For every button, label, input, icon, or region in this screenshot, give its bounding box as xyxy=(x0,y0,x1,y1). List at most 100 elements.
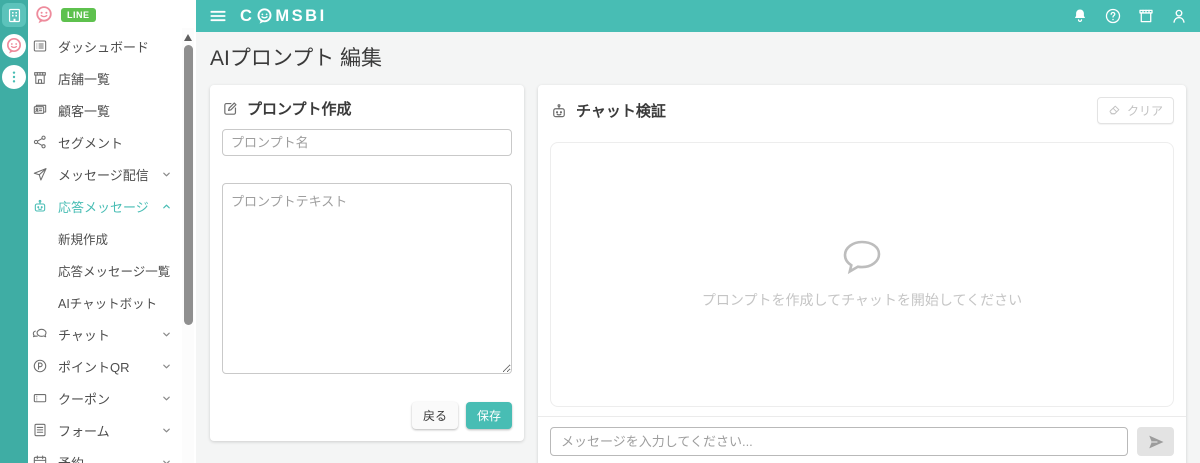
chevron-down-icon xyxy=(163,172,170,176)
back-button[interactable]: 戻る xyxy=(411,402,458,429)
logo-text-rest: MSBI xyxy=(275,6,327,25)
prompt-panel-header: プロンプト作成 xyxy=(222,97,512,119)
store-switch-icon[interactable] xyxy=(1137,7,1155,25)
chevron-down-icon xyxy=(163,460,170,463)
rail-item-line-account[interactable] xyxy=(2,34,26,58)
sidebar-item-label: ダッシュボード xyxy=(58,39,150,55)
sidebar-item-response-messages[interactable]: 応答メッセージ xyxy=(28,190,196,222)
store-icon xyxy=(34,72,46,84)
chevron-down-icon xyxy=(163,396,170,400)
prompt-name-input[interactable] xyxy=(222,129,512,156)
coupon-icon xyxy=(33,394,47,403)
chat-panel-header: チャット検証 クリア xyxy=(538,85,1186,124)
line-smiley-icon xyxy=(36,6,52,24)
sidebar-subitem-new-creation[interactable]: 新規作成 xyxy=(28,222,196,254)
line-smiley-icon xyxy=(6,38,22,54)
sidebar-item-dashboard[interactable]: ダッシュボード xyxy=(28,30,196,62)
sidebar: LINE ダッシュボード 店舗一覧 顧客一覧 セグメント メッセージ配信 応答メ… xyxy=(28,0,196,463)
sidebar-item-point-qr[interactable]: ポイントQR xyxy=(28,350,196,382)
calendar-icon xyxy=(33,455,47,463)
sidebar-item-coupons[interactable]: クーポン xyxy=(28,382,196,414)
save-button[interactable]: 保存 xyxy=(465,402,512,429)
send-button[interactable] xyxy=(1137,427,1174,456)
page-title: AIプロンプト 編集 xyxy=(210,47,383,70)
content-area: C MSBI AIプロンプト 編集 プロンプト作成 プロンプト名 プロンプトテキ… xyxy=(196,0,1200,463)
robot-icon xyxy=(34,199,46,212)
hamburger-menu-icon[interactable] xyxy=(208,6,228,26)
segment-icon xyxy=(33,135,46,149)
chevron-down-icon xyxy=(163,332,170,336)
help-icon[interactable] xyxy=(1104,7,1122,25)
sidebar-item-label: クーポン xyxy=(58,391,111,407)
topbar-icon-group xyxy=(1071,7,1188,25)
sidebar-item-segments[interactable]: セグメント xyxy=(28,126,196,158)
sidebar-scrollbar[interactable] xyxy=(182,28,194,463)
chat-panel-title: チャット検証 xyxy=(576,103,666,120)
user-account-icon[interactable] xyxy=(1170,7,1188,25)
line-badge: LINE xyxy=(61,8,96,22)
sidebar-item-label: チャット xyxy=(58,327,110,343)
chevron-down-icon xyxy=(163,428,170,432)
more-dots-icon xyxy=(12,71,16,83)
dashboard-icon xyxy=(33,40,47,52)
sidebar-item-label: 予約 xyxy=(58,455,85,463)
prompt-panel-footer: 戻る 保存 xyxy=(222,402,512,429)
sidebar-account-header: LINE xyxy=(28,0,196,30)
edit-pencil-icon xyxy=(224,101,237,115)
logo-text-c: C xyxy=(240,6,255,25)
speech-bubble-icon xyxy=(843,240,881,275)
sidebar-subitem-response-message-list[interactable]: 応答メッセージ一覧 xyxy=(28,254,196,286)
chevron-down-icon xyxy=(163,364,170,368)
sidebar-item-message-delivery[interactable]: メッセージ配信 xyxy=(28,158,196,190)
chat-input-row xyxy=(538,417,1186,463)
workspace-rail xyxy=(0,0,28,463)
paper-plane-icon xyxy=(33,168,47,181)
sidebar-item-label: 応答メッセージ一覧 xyxy=(58,264,171,279)
point-circle-icon xyxy=(33,359,47,373)
panels-row: プロンプト作成 戻る 保存 xyxy=(210,85,1186,463)
chat-empty-text: プロンプトを作成してチャットを開始してください xyxy=(701,292,1023,308)
main-area: AIプロンプト 編集 プロンプト作成 戻る 保存 xyxy=(196,32,1200,463)
sidebar-item-label: フォーム xyxy=(58,423,110,439)
building-icon xyxy=(8,8,20,22)
chevron-up-icon xyxy=(163,204,170,208)
chat-bubbles-icon xyxy=(32,328,47,338)
scrollbar-up-arrow[interactable] xyxy=(184,34,192,41)
send-icon xyxy=(1148,435,1163,448)
sidebar-item-label: ポイントQR xyxy=(58,359,130,375)
rail-item-more[interactable] xyxy=(2,65,26,89)
sidebar-item-label: AIチャットボット xyxy=(58,296,158,311)
form-icon xyxy=(34,423,46,437)
app-root: LINE ダッシュボード 店舗一覧 顧客一覧 セグメント メッセージ配信 応答メ… xyxy=(0,0,1200,463)
sidebar-item-label: 応答メッセージ xyxy=(58,199,149,215)
robot-icon xyxy=(553,103,565,117)
logo-smiley-icon xyxy=(257,7,272,24)
scrollbar-thumb[interactable] xyxy=(183,45,193,325)
sidebar-item-chat[interactable]: チャット xyxy=(28,318,196,350)
notification-bell-icon[interactable] xyxy=(1071,7,1089,25)
rail-item-company[interactable] xyxy=(2,3,26,27)
sidebar-item-customers[interactable]: 顧客一覧 xyxy=(28,94,196,126)
sidebar-item-label: セグメント xyxy=(58,135,124,151)
sidebar-item-label: 新規作成 xyxy=(58,232,109,247)
customer-cards-icon xyxy=(33,104,47,114)
top-navbar: C MSBI xyxy=(196,0,1200,32)
clear-eraser-icon xyxy=(1109,105,1120,115)
sidebar-item-label: メッセージ配信 xyxy=(58,167,149,183)
prompt-panel-title: プロンプト作成 xyxy=(247,100,352,118)
chat-verification-panel: チャット検証 クリア プロンプトを作成してチャットを開始してください xyxy=(538,85,1186,463)
sidebar-menu: ダッシュボード 店舗一覧 顧客一覧 セグメント メッセージ配信 応答メッセージ … xyxy=(28,30,196,463)
clear-button[interactable]: クリア xyxy=(1096,97,1174,124)
sidebar-item-label: 店舗一覧 xyxy=(58,71,111,87)
sidebar-subitem-ai-chatbot[interactable]: AIチャットボット xyxy=(28,286,196,318)
sidebar-item-label: 顧客一覧 xyxy=(58,103,111,119)
clear-button-label: クリア xyxy=(1126,104,1163,118)
comsbi-logo[interactable]: C MSBI xyxy=(240,7,327,26)
prompt-text-textarea[interactable] xyxy=(222,183,512,374)
sidebar-item-forms[interactable]: フォーム xyxy=(28,414,196,446)
sidebar-item-reservations[interactable]: 予約 xyxy=(28,446,196,463)
prompt-create-panel: プロンプト作成 戻る 保存 xyxy=(210,85,524,441)
chat-empty-state: プロンプトを作成してチャットを開始してください xyxy=(550,142,1174,407)
sidebar-item-stores[interactable]: 店舗一覧 xyxy=(28,62,196,94)
chat-message-input[interactable] xyxy=(550,427,1128,456)
